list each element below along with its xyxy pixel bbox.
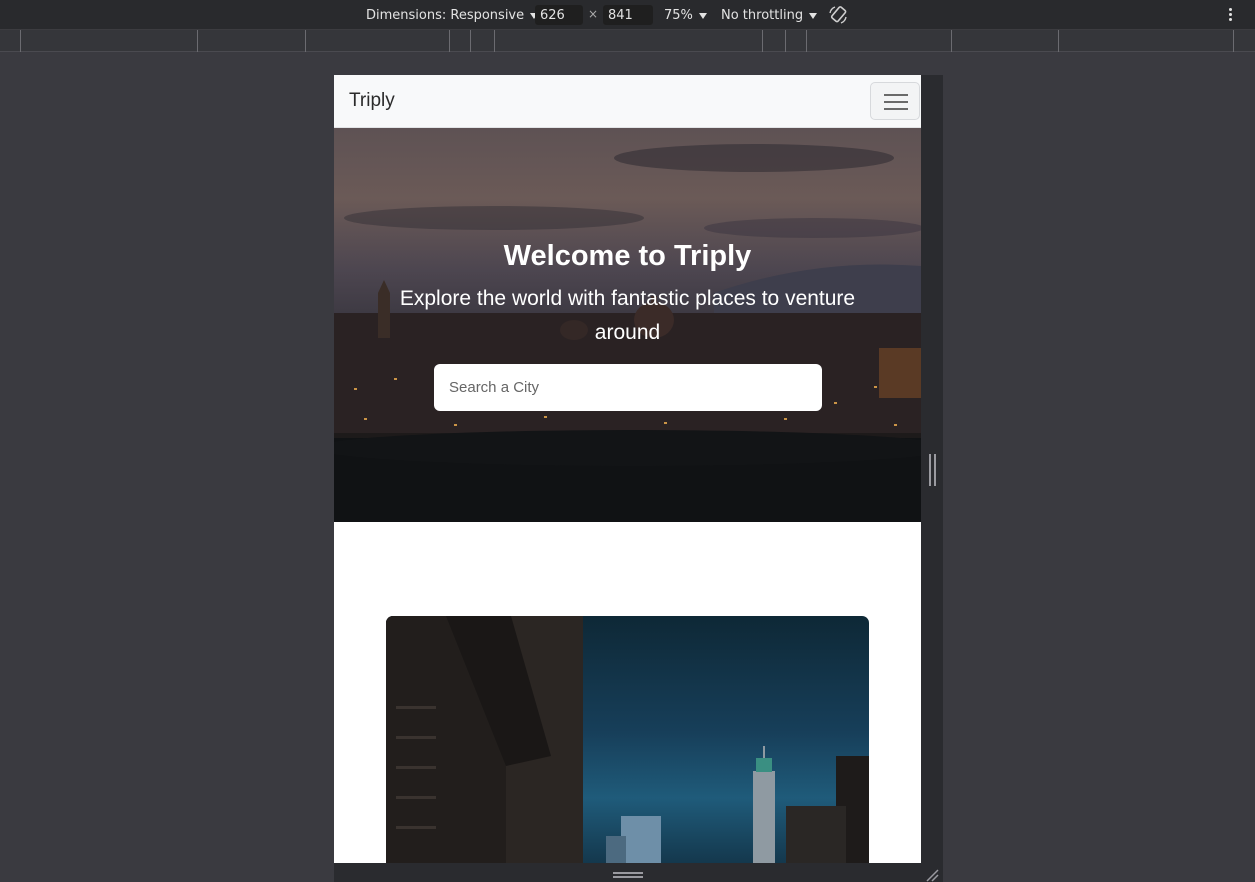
hamburger-icon-bar <box>884 101 908 103</box>
navbar-toggle-button[interactable] <box>870 82 920 120</box>
height-input[interactable] <box>603 5 653 25</box>
rotate-button[interactable] <box>827 4 849 26</box>
chevron-down-icon <box>809 12 818 19</box>
hero-title: Welcome to Triply <box>503 240 752 272</box>
rotate-icon <box>829 6 847 24</box>
more-options-button[interactable] <box>1224 6 1236 24</box>
search-city-input[interactable] <box>434 364 822 411</box>
resize-handle-corner[interactable] <box>925 868 939 882</box>
devtools-device-toolbar: Dimensions: Responsive × 75% No throttli… <box>0 0 1255 30</box>
navbar-brand[interactable]: Triply <box>349 90 395 112</box>
chevron-down-icon <box>698 12 707 19</box>
width-input[interactable] <box>535 5 583 25</box>
zoom-label: 75% <box>664 8 693 23</box>
throttling-dropdown[interactable]: No throttling <box>721 6 818 25</box>
media-query-bar[interactable] <box>0 30 1255 52</box>
city-night-card-image <box>386 616 869 863</box>
hero-section: Welcome to Triply Explore the world with… <box>334 128 921 522</box>
destination-card[interactable] <box>386 616 869 863</box>
emulated-viewport: Triply Welcome to Triply Explore the wor… <box>334 75 921 863</box>
hamburger-icon-bar <box>884 108 908 110</box>
dimensions-label: Dimensions: Responsive <box>366 8 525 23</box>
resize-handle-right[interactable] <box>929 454 936 486</box>
throttling-label: No throttling <box>721 8 804 23</box>
resize-handle-bottom[interactable] <box>613 872 643 878</box>
hero-subtitle: Explore the world with fantastic places … <box>399 287 856 344</box>
hamburger-icon <box>884 94 908 96</box>
navbar: Triply <box>334 75 921 128</box>
dimensions-dropdown[interactable]: Dimensions: Responsive <box>366 6 539 25</box>
zoom-dropdown[interactable]: 75% <box>664 6 707 25</box>
dimension-separator: × <box>588 7 599 21</box>
